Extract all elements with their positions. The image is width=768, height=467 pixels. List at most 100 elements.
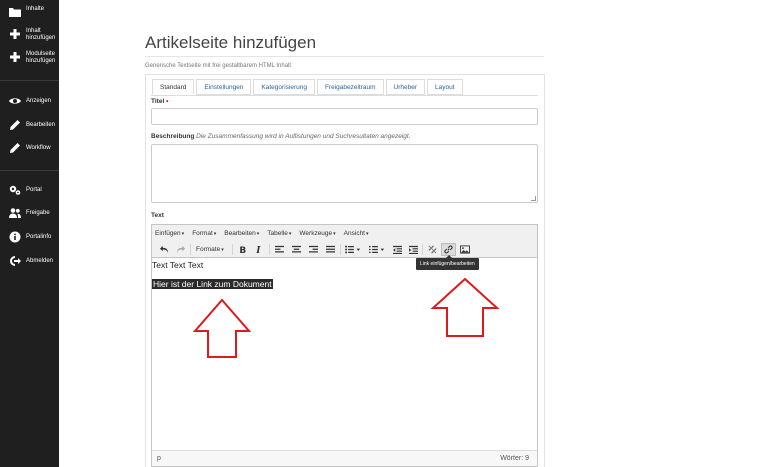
tab-bar: Standard Einstellungen Kategorisierung F… [152, 79, 465, 95]
page-subtitle: Generische Textseite mit frei gestaltbar… [145, 63, 292, 69]
toolbar-separator [269, 244, 270, 255]
numbered-list-button[interactable] [367, 243, 387, 256]
tab-urheber[interactable]: Urheber [385, 79, 426, 95]
description-label: Beschreibung Die Zusammenfassung wird in… [151, 133, 411, 140]
sidebar-item-bearbeiten[interactable]: Bearbeiten [0, 119, 59, 131]
sidebar-item-label: Freigabe [26, 210, 50, 216]
eye-icon [9, 98, 21, 104]
tab-kategorisierung[interactable]: Kategorisierung [253, 79, 315, 95]
menu-tabelle[interactable]: Tabelle▾ [267, 230, 291, 237]
gears-icon [9, 185, 21, 195]
description-textarea[interactable] [151, 144, 538, 203]
menu-label: Ansicht [343, 229, 365, 237]
sidebar-item-abmelden[interactable]: Abmelden [0, 255, 59, 267]
title-label-text: Titel [151, 98, 165, 105]
caret-down-icon: ▾ [181, 230, 185, 237]
menu-format[interactable]: Format▾ [192, 230, 216, 237]
link-icon [444, 245, 453, 254]
tab-standard[interactable]: Standard [152, 79, 195, 95]
resize-handle[interactable] [531, 196, 536, 201]
align-center-button[interactable] [290, 243, 302, 256]
description-hint: Die Zusammenfassung wird in Auflistungen… [196, 133, 411, 140]
redo-icon [176, 245, 185, 254]
bold-button[interactable]: B [236, 243, 248, 256]
plus-icon [10, 52, 20, 62]
image-icon [460, 245, 470, 254]
align-left-icon [274, 245, 284, 253]
caret-down-icon: ▾ [333, 230, 336, 237]
sidebar-divider [0, 170, 59, 171]
align-justify-button[interactable] [324, 243, 336, 256]
svg-text:I: I [255, 246, 261, 254]
folder-icon [9, 8, 21, 17]
menu-label: Tabelle [267, 229, 288, 237]
info-icon [9, 231, 21, 243]
tab-freigabezeitraum[interactable]: Freigabezeitraum [316, 79, 384, 95]
sidebar-item-label: Inhalt hinzufügen [26, 28, 56, 41]
editor-statusbar: p Wörter: 9 [152, 450, 537, 466]
description-label-text: Beschreibung [151, 133, 195, 140]
editor-menubar: Einfügen▾ Format▾ Bearbeiten▾ Tabelle▾ W… [152, 225, 537, 241]
formats-label: Formate [196, 246, 221, 253]
redo-button[interactable] [173, 243, 187, 256]
menu-bearbeiten[interactable]: Bearbeiten▾ [224, 230, 259, 237]
sidebar-divider [0, 80, 59, 81]
selected-link-text: Hier ist der Link zum Dokument [152, 279, 273, 289]
editor-toolbar: Formate ▾ B I [152, 241, 537, 258]
italic-icon: I [255, 246, 261, 254]
sidebar-item-portalinfo[interactable]: Portalinfo [0, 231, 59, 243]
element-path[interactable]: p [157, 455, 161, 462]
outdent-button[interactable] [391, 243, 403, 256]
users-icon [9, 208, 21, 218]
toolbar-separator [340, 244, 341, 255]
required-mark: • [166, 98, 169, 105]
tab-layout[interactable]: Layout [427, 79, 463, 95]
menu-label: Format [192, 229, 213, 237]
undo-button[interactable] [157, 243, 171, 256]
annotation-arrow-icon [430, 277, 500, 337]
align-center-icon [291, 245, 301, 253]
caret-down-icon: ▾ [256, 230, 260, 237]
pencil-icon [10, 120, 20, 130]
sidebar-item-workflow[interactable]: Workflow [0, 142, 59, 154]
menu-ansicht[interactable]: Ansicht▾ [344, 230, 369, 237]
menu-werkzeuge[interactable]: Werkzeuge▾ [299, 230, 335, 237]
toolbar-separator [232, 244, 233, 255]
italic-button[interactable]: I [252, 243, 264, 256]
sidebar-item-anzeigen[interactable]: Anzeigen [0, 95, 59, 107]
svg-text:B: B [239, 246, 246, 254]
formats-dropdown[interactable]: Formate ▾ [194, 243, 226, 256]
sidebar-item-label: Modulseite hinzufügen [26, 51, 56, 64]
sidebar-item-label: Workflow [26, 145, 51, 151]
caret-down-icon: ▾ [288, 230, 292, 237]
insert-image-button[interactable] [458, 243, 472, 256]
text-label: Text [151, 212, 164, 219]
align-right-button[interactable] [307, 243, 319, 256]
toolbar-separator [190, 244, 191, 255]
sidebar-item-portal[interactable]: Portal [0, 184, 59, 196]
menu-einfuegen[interactable]: Einfügen▾ [155, 230, 184, 237]
undo-icon [159, 245, 168, 254]
page-title: Artikelseite hinzufügen [145, 33, 317, 52]
align-justify-icon [325, 245, 335, 253]
title-input[interactable] [151, 108, 538, 125]
sidebar-item-inhalt-hinzufuegen[interactable]: Inhalt hinzufügen [0, 28, 59, 42]
sidebar-item-modulseite-hinzufuegen[interactable]: Modulseite hinzufügen [0, 51, 59, 65]
unlink-button[interactable] [425, 243, 439, 256]
tab-einstellungen[interactable]: Einstellungen [196, 79, 252, 95]
menu-label: Bearbeiten [224, 229, 256, 237]
indent-button[interactable] [407, 243, 419, 256]
sidebar: Inhalte Inhalt hinzufügen Modulseite hin… [0, 0, 59, 467]
title-divider [145, 56, 544, 57]
sidebar-item-label: Portalinfo [26, 234, 52, 240]
align-right-icon [308, 245, 318, 253]
title-label: Titel • [151, 98, 168, 105]
bold-icon: B [239, 246, 246, 254]
sidebar-item-freigabe[interactable]: Freigabe [0, 207, 59, 219]
align-left-button[interactable] [273, 243, 285, 256]
numbered-list-icon [369, 245, 385, 254]
link-tooltip: Link einfügen/bearbeiten [416, 255, 479, 270]
word-count: Wörter: 9 [500, 455, 529, 462]
sidebar-item-inhalte[interactable]: Inhalte [0, 6, 59, 18]
bullet-list-button[interactable] [343, 243, 363, 256]
